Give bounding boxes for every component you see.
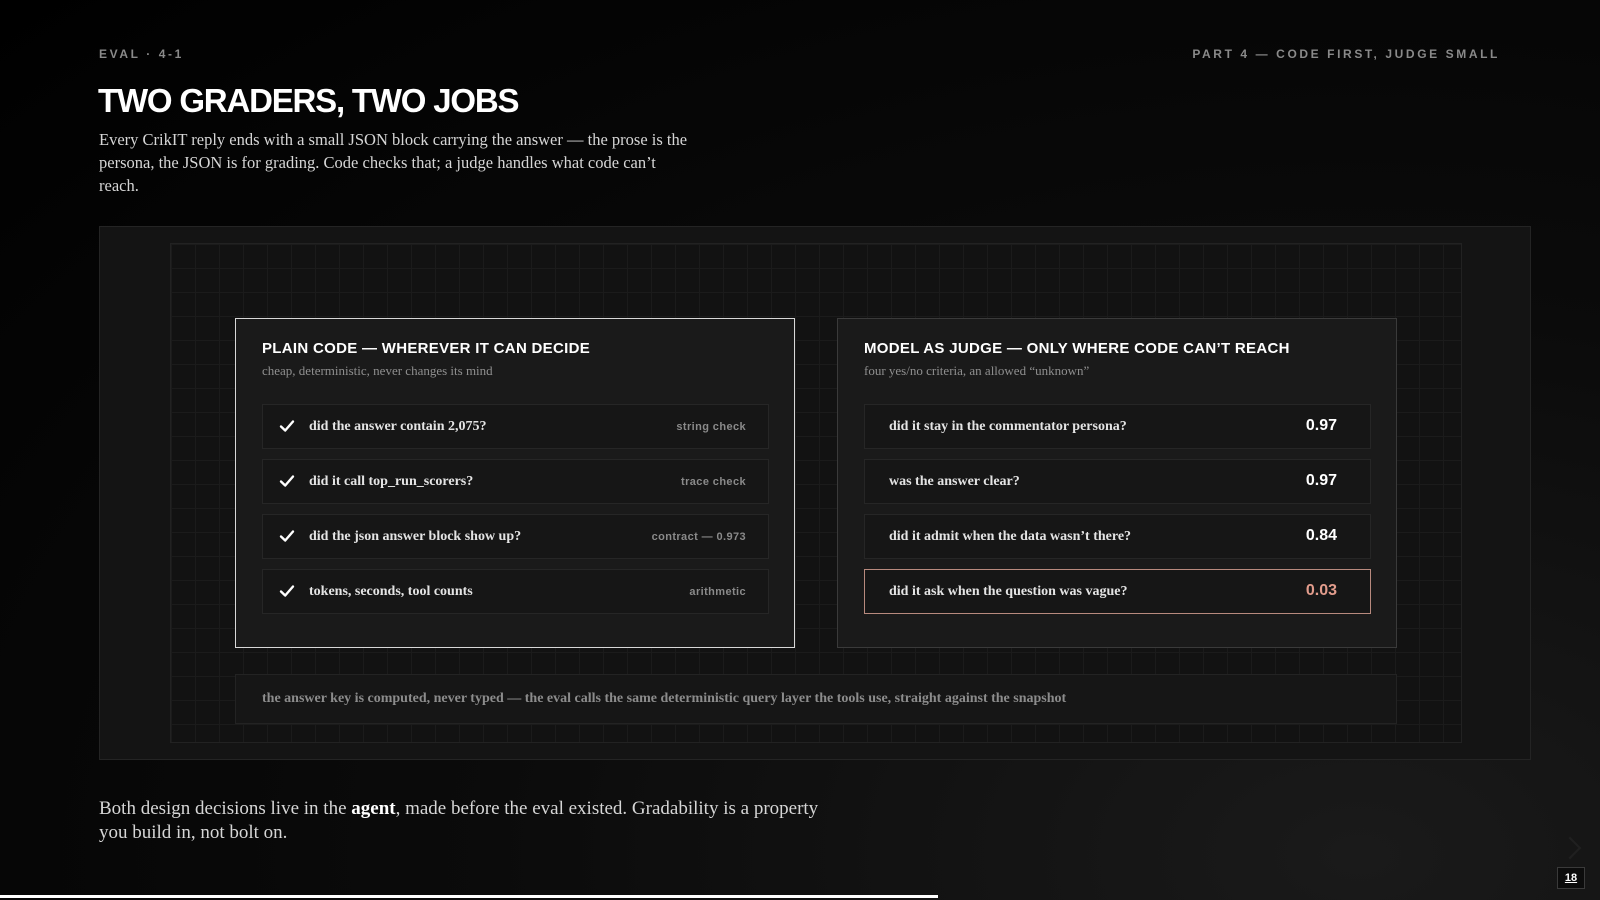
check-type-tag: trace check	[681, 476, 746, 488]
code-check-label: did the json answer block show up?	[309, 529, 522, 544]
criterion-label: did it ask when the question was vague?	[889, 584, 1128, 599]
criterion-score-low: 0.03	[1305, 582, 1337, 599]
slide-title: TWO GRADERS, TWO JOBS	[98, 82, 520, 119]
judge-panel-subtitle: four yes/no criteria, an allowed “unknow…	[864, 363, 1090, 378]
diagram-stage: PLAIN CODE — WHEREVER IT CAN DECIDE chea…	[99, 226, 1531, 760]
answer-key-note: the answer key is computed, never typed …	[235, 674, 1397, 724]
criterion-score: 0.97	[1305, 472, 1337, 489]
code-check-label: did it call top_run_scorers?	[309, 474, 474, 489]
code-check-label: did the answer contain 2,075?	[309, 419, 487, 434]
judge-criterion-row-flagged: did it ask when the question was vague? …	[864, 569, 1371, 614]
criterion-label: was the answer clear?	[889, 474, 1020, 489]
check-icon	[279, 585, 295, 597]
section-tag: EVAL · 4-1	[99, 47, 184, 61]
criterion-score: 0.84	[1305, 527, 1337, 544]
criterion-label: did it stay in the commentator persona?	[889, 419, 1127, 434]
check-icon	[279, 530, 295, 542]
deck-progress-bar	[0, 895, 938, 898]
code-grader-panel: PLAIN CODE — WHEREVER IT CAN DECIDE chea…	[235, 318, 795, 648]
check-icon	[279, 420, 295, 432]
next-slide-chevron-icon[interactable]	[1558, 836, 1582, 860]
check-icon	[279, 475, 295, 487]
criterion-label: did it admit when the data wasn’t there?	[889, 529, 1132, 544]
code-check-row: tokens, seconds, tool counts arithmetic	[262, 569, 769, 614]
judge-criteria-list: did it stay in the commentator persona? …	[864, 404, 1371, 624]
judge-criterion-row: did it admit when the data wasn’t there?…	[864, 514, 1371, 559]
judge-criterion-row: was the answer clear? 0.97	[864, 459, 1371, 504]
check-type-tag: string check	[676, 421, 746, 433]
lede-paragraph: Every CrikIT reply ends with a small JSO…	[99, 130, 688, 195]
page-number-button[interactable]: 18	[1557, 867, 1585, 889]
code-check-row: did it call top_run_scorers? trace check	[262, 459, 769, 504]
code-panel-title: PLAIN CODE — WHEREVER IT CAN DECIDE	[262, 340, 591, 357]
closing-statement: Both design decisions live in the agent,…	[99, 797, 839, 845]
judge-panel-title: MODEL AS JUDGE — ONLY WHERE CODE CAN’T R…	[864, 340, 1290, 357]
code-check-label: tokens, seconds, tool counts	[309, 584, 473, 599]
part-label: PART 4 — CODE FIRST, JUDGE SMALL	[1192, 47, 1500, 61]
check-type-tag: contract — 0.973	[651, 531, 746, 543]
judge-criterion-row: did it stay in the commentator persona? …	[864, 404, 1371, 449]
judge-grader-panel: MODEL AS JUDGE — ONLY WHERE CODE CAN’T R…	[837, 318, 1397, 648]
closing-emphasis: agent	[351, 798, 396, 819]
criterion-score: 0.97	[1305, 417, 1337, 434]
closing-text-before: Both design decisions live in the	[99, 798, 352, 819]
check-type-tag: arithmetic	[689, 586, 746, 598]
code-check-row: did the json answer block show up? contr…	[262, 514, 769, 559]
code-check-list: did the answer contain 2,075? string che…	[262, 404, 769, 624]
code-panel-subtitle: cheap, deterministic, never changes its …	[262, 363, 493, 378]
code-check-row: did the answer contain 2,075? string che…	[262, 404, 769, 449]
answer-key-note-text: the answer key is computed, never typed …	[262, 691, 1067, 706]
